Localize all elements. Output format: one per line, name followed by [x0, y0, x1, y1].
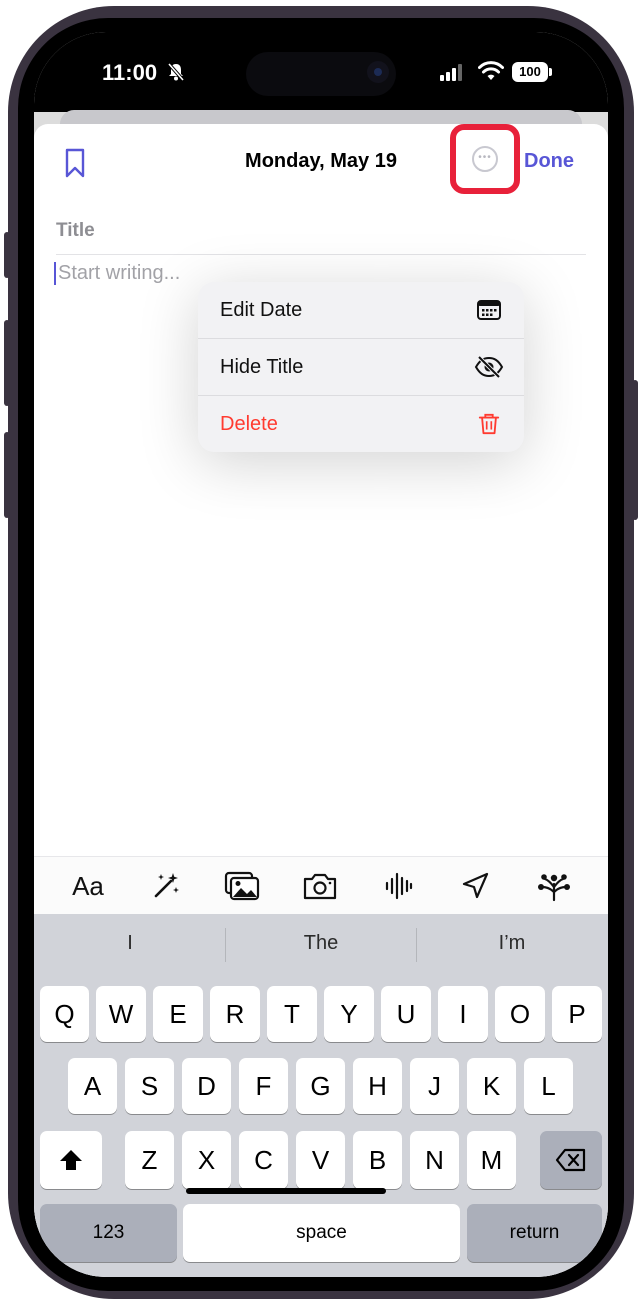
key-p[interactable]: P [552, 986, 602, 1042]
menu-item-delete[interactable]: Delete [198, 396, 524, 452]
camera-button[interactable] [300, 869, 340, 903]
title-divider [56, 254, 586, 255]
key-u[interactable]: U [381, 986, 431, 1042]
cellular-signal-icon [440, 64, 462, 81]
numbers-key[interactable]: 123 [40, 1204, 177, 1262]
key-x[interactable]: X [182, 1131, 231, 1189]
key-n[interactable]: N [410, 1131, 459, 1189]
photo-library-button[interactable] [222, 869, 262, 903]
shift-key[interactable] [40, 1131, 102, 1189]
body-text-field[interactable]: Start writing... [54, 262, 180, 285]
eye-slash-icon [474, 355, 504, 379]
status-time: 11:00 [102, 60, 158, 85]
waveform-icon [385, 872, 413, 900]
key-i[interactable]: I [438, 986, 488, 1042]
state-of-mind-button[interactable] [534, 869, 574, 903]
nav-bar: Monday, May 19 ••• Done [34, 124, 608, 200]
photo-library-icon [224, 871, 260, 901]
key-k[interactable]: K [467, 1058, 516, 1114]
magic-wand-icon [154, 873, 179, 898]
key-j[interactable]: J [410, 1058, 459, 1114]
calendar-icon [477, 300, 501, 320]
side-button [632, 380, 638, 520]
space-key[interactable]: space [183, 1204, 460, 1262]
shift-arrow-icon [60, 1150, 82, 1170]
volume-down-button [4, 432, 10, 518]
journal-entry-sheet: Monday, May 19 ••• Done Title Start writ… [34, 124, 608, 1277]
key-b[interactable]: B [353, 1131, 402, 1189]
key-y[interactable]: Y [324, 986, 374, 1042]
key-g[interactable]: G [296, 1058, 345, 1114]
key-a[interactable]: A [68, 1058, 117, 1114]
front-camera [367, 61, 389, 83]
magic-wand-button[interactable] [148, 869, 184, 903]
battery-indicator: 100 [512, 62, 552, 82]
entry-date-title[interactable]: Monday, May 19 [34, 150, 608, 173]
home-indicator [186, 1188, 386, 1194]
location-arrow-icon [462, 872, 489, 899]
wifi-icon [478, 61, 504, 80]
suggestion-2[interactable]: The [226, 932, 416, 955]
more-options-button[interactable]: ••• [472, 146, 498, 172]
keyboard: I The I’m Q W E R T Y U I O P A S D F G … [34, 914, 608, 1277]
action-button [4, 232, 10, 278]
suggestion-1[interactable]: I [35, 932, 225, 955]
suggestion-3[interactable]: I’m [417, 932, 607, 955]
more-options-menu: Edit Date Hide Title Delete [198, 282, 524, 452]
menu-item-label: Edit Date [220, 299, 303, 321]
state-of-mind-icon [538, 874, 570, 902]
screen: 11:00 100 Monday, May 19 ••• Done Title … [34, 32, 608, 1277]
key-z[interactable]: Z [125, 1131, 174, 1189]
key-r[interactable]: R [210, 986, 260, 1042]
menu-item-label: Delete [220, 413, 278, 435]
key-w[interactable]: W [96, 986, 146, 1042]
key-d[interactable]: D [182, 1058, 231, 1114]
key-h[interactable]: H [353, 1058, 402, 1114]
key-f[interactable]: F [239, 1058, 288, 1114]
bell-slash-icon [167, 62, 185, 82]
audio-recording-button[interactable] [382, 869, 416, 903]
menu-item-label: Hide Title [220, 356, 304, 378]
text-format-button[interactable]: Aa [68, 869, 108, 903]
key-m[interactable]: M [467, 1131, 516, 1189]
done-button[interactable]: Done [524, 150, 574, 173]
key-e[interactable]: E [153, 986, 203, 1042]
delete-backward-icon [555, 1148, 586, 1172]
status-bar: 11:00 100 [34, 32, 608, 112]
camera-icon [303, 873, 337, 900]
trash-icon [478, 413, 500, 435]
key-l[interactable]: L [524, 1058, 573, 1114]
return-key[interactable]: return [467, 1204, 602, 1262]
key-o[interactable]: O [495, 986, 545, 1042]
key-c[interactable]: C [239, 1131, 288, 1189]
backspace-key[interactable] [540, 1131, 602, 1189]
volume-up-button [4, 320, 10, 406]
editor-toolbar: Aa [34, 856, 608, 915]
key-t[interactable]: T [267, 986, 317, 1042]
key-v[interactable]: V [296, 1131, 345, 1189]
key-q[interactable]: Q [40, 986, 89, 1042]
key-s[interactable]: S [125, 1058, 174, 1114]
title-field[interactable]: Title [56, 220, 95, 242]
menu-item-hide-title[interactable]: Hide Title [198, 339, 524, 395]
location-button[interactable] [458, 869, 492, 903]
menu-item-edit-date[interactable]: Edit Date [198, 282, 524, 338]
